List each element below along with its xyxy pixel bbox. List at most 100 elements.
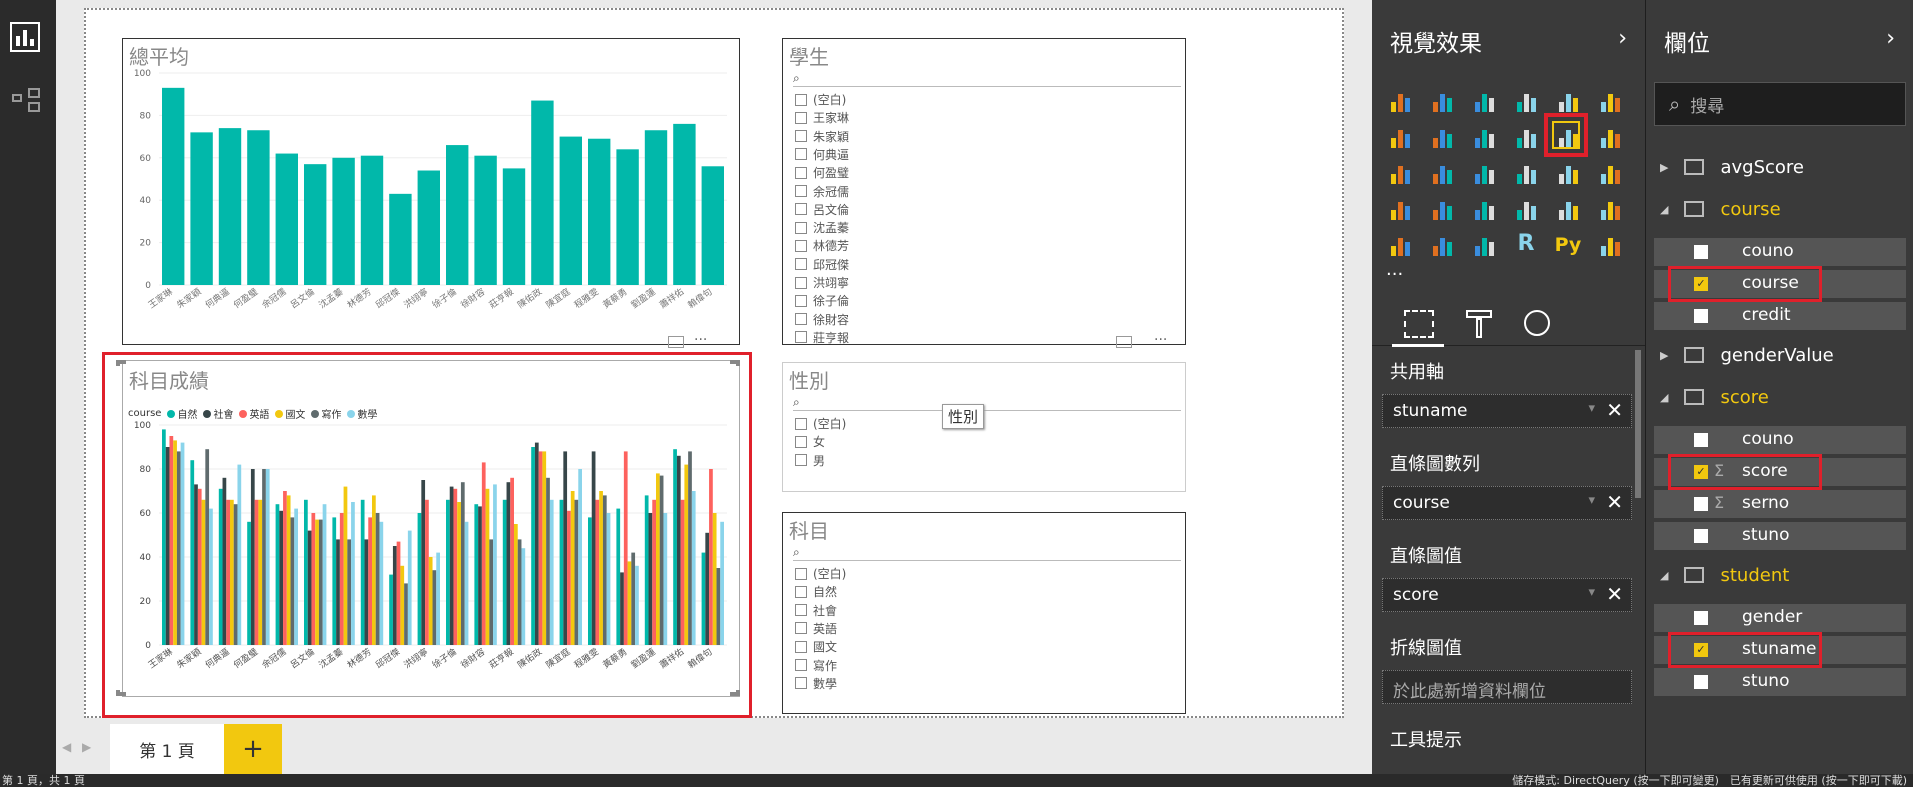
bar[interactable] xyxy=(588,138,611,285)
storage-mode-status[interactable]: 儲存模式: DirectQuery (按一下即可變更) 已有更新可供使用 (按一… xyxy=(1512,774,1907,787)
field-stuno[interactable]: stuno xyxy=(1654,522,1906,550)
more-options-icon[interactable]: ··· xyxy=(1154,332,1167,348)
table-genderValue[interactable]: ▶ genderValue xyxy=(1660,342,1834,368)
checkbox[interactable] xyxy=(795,258,807,271)
scroll-right-icon[interactable]: ▶ xyxy=(82,740,91,754)
bar[interactable] xyxy=(616,149,639,285)
checkbox[interactable] xyxy=(795,111,807,124)
bar[interactable] xyxy=(275,153,298,285)
dropdown-chevron-icon[interactable]: ▾ xyxy=(1588,401,1595,416)
checkbox[interactable] xyxy=(795,435,807,448)
slicer-item[interactable]: 王家琳 xyxy=(795,109,849,126)
bar[interactable] xyxy=(417,170,440,285)
line-column-icon[interactable] xyxy=(1512,120,1540,148)
slicer-item[interactable]: 自然 xyxy=(795,583,837,600)
donut-icon[interactable] xyxy=(1512,156,1540,184)
collapse-chevron-icon[interactable]: › xyxy=(1886,26,1895,51)
avg-score-chart[interactable]: 總平均 0 20 40 60 80 100 王家琳 朱家穎 何典逼 何盈璧 余冠儒 呂文倫 沈孟蓁 林德芳… xyxy=(122,38,740,345)
resize-handle[interactable] xyxy=(730,360,740,366)
bar[interactable] xyxy=(304,164,327,285)
field-well[interactable]: course ▾ ✕ xyxy=(1382,486,1632,520)
line-chart-icon[interactable] xyxy=(1386,120,1414,148)
slicer-item[interactable]: 何典逼 xyxy=(795,146,849,163)
slicer-search[interactable]: ⌕ xyxy=(793,395,1181,411)
student-slicer[interactable]: 學生 ⌕ (空白) 王家琳 朱家穎 何典逼 何盈璧 余冠儒 呂文倫 沈孟蓁 林德芳 邱冠傑 洪翊寧徐… xyxy=(782,38,1186,345)
bar[interactable] xyxy=(360,155,384,285)
fields-tab-icon[interactable] xyxy=(1404,310,1434,338)
field-checkbox[interactable] xyxy=(1694,245,1708,259)
field-checkbox[interactable] xyxy=(1694,611,1708,625)
clustered-column-icon[interactable] xyxy=(1512,84,1540,112)
checkbox[interactable] xyxy=(795,454,807,467)
table-course[interactable]: ◢ course xyxy=(1660,196,1781,222)
ribbon-chart-icon[interactable] xyxy=(1596,120,1624,148)
r-visual-icon[interactable]: R xyxy=(1512,228,1540,256)
slicer-search[interactable]: ⌕ xyxy=(793,71,1181,87)
field-checkbox[interactable] xyxy=(1694,675,1708,689)
matrix-icon[interactable] xyxy=(1470,228,1498,256)
resize-handle[interactable] xyxy=(116,690,126,696)
resize-handle[interactable] xyxy=(116,360,126,366)
slicer-item[interactable]: 國文 xyxy=(795,638,837,655)
bar[interactable] xyxy=(502,168,526,285)
slicer-icon[interactable] xyxy=(1386,228,1414,256)
slicer-item[interactable]: 女 xyxy=(795,433,825,450)
checkbox[interactable] xyxy=(795,331,807,344)
checkbox[interactable] xyxy=(795,417,807,430)
checkbox[interactable] xyxy=(795,622,807,635)
checkbox[interactable] xyxy=(795,93,807,106)
slicer-item[interactable]: 何盈璧 xyxy=(795,164,849,181)
100-column-icon[interactable] xyxy=(1596,84,1624,112)
checkbox[interactable] xyxy=(795,294,807,307)
bar[interactable] xyxy=(247,130,270,285)
bar[interactable] xyxy=(190,132,213,285)
expanded-chevron-icon[interactable]: ◢ xyxy=(1660,569,1668,582)
bar[interactable] xyxy=(531,100,554,285)
slicer-item[interactable]: 林德芳 xyxy=(795,237,849,254)
table-icon[interactable] xyxy=(1428,228,1456,256)
bar[interactable] xyxy=(446,145,469,285)
slicer-item[interactable]: 沈孟蓁 xyxy=(795,219,849,236)
python-visual-icon[interactable]: Py xyxy=(1554,228,1582,256)
checkbox[interactable] xyxy=(795,640,807,653)
scrollbar[interactable] xyxy=(1635,350,1641,498)
tab-page-1[interactable]: 第 1 頁 xyxy=(110,724,224,774)
slicer-item[interactable]: 洪翊寧 xyxy=(795,274,849,291)
bar[interactable] xyxy=(474,155,497,285)
treemap-icon[interactable] xyxy=(1554,156,1582,184)
slicer-item[interactable]: (空白) xyxy=(795,415,846,432)
field-checkbox[interactable] xyxy=(1694,529,1708,543)
pie-chart-icon[interactable] xyxy=(1470,156,1498,184)
clustered-bar-icon[interactable] xyxy=(1470,84,1498,112)
bar[interactable] xyxy=(218,128,242,285)
checkbox[interactable] xyxy=(795,677,807,690)
checkbox[interactable] xyxy=(795,221,807,234)
slicer-item[interactable]: 莊亨報 xyxy=(795,329,849,346)
slicer-item[interactable]: 數學 xyxy=(795,675,837,692)
field-credit[interactable]: credit xyxy=(1654,302,1906,330)
search-input[interactable]: ⌕ 搜尋 xyxy=(1654,82,1906,126)
more-options-icon[interactable]: ··· xyxy=(694,332,707,348)
slicer-item[interactable]: 余冠儒 xyxy=(795,183,849,200)
field-checkbox[interactable] xyxy=(1694,309,1708,323)
bar[interactable] xyxy=(644,130,668,285)
bar[interactable] xyxy=(332,157,355,285)
stacked-area-icon[interactable] xyxy=(1470,120,1498,148)
field-gender[interactable]: gender xyxy=(1654,604,1906,632)
checkbox[interactable] xyxy=(795,130,807,143)
field-stuno[interactable]: stuno xyxy=(1654,668,1906,696)
slicer-search[interactable]: ⌕ xyxy=(793,545,1181,561)
stacked-column-icon[interactable] xyxy=(1428,84,1456,112)
resize-handle[interactable] xyxy=(730,690,740,696)
slicer-item[interactable]: 呂文倫 xyxy=(795,201,849,218)
slicer-item[interactable]: (空白) xyxy=(795,91,846,108)
field-couno[interactable]: couno xyxy=(1654,238,1906,266)
slicer-item[interactable]: 英語 xyxy=(795,620,837,637)
dropdown-chevron-icon[interactable]: ▾ xyxy=(1588,585,1595,600)
multirow-card-icon[interactable] xyxy=(1554,192,1582,220)
field-serno[interactable]: Σserno xyxy=(1654,490,1906,518)
format-paint-icon[interactable] xyxy=(1466,310,1492,338)
add-page-button[interactable]: + xyxy=(224,724,282,774)
checkbox[interactable] xyxy=(795,313,807,326)
remove-field-icon[interactable]: ✕ xyxy=(1606,582,1623,606)
